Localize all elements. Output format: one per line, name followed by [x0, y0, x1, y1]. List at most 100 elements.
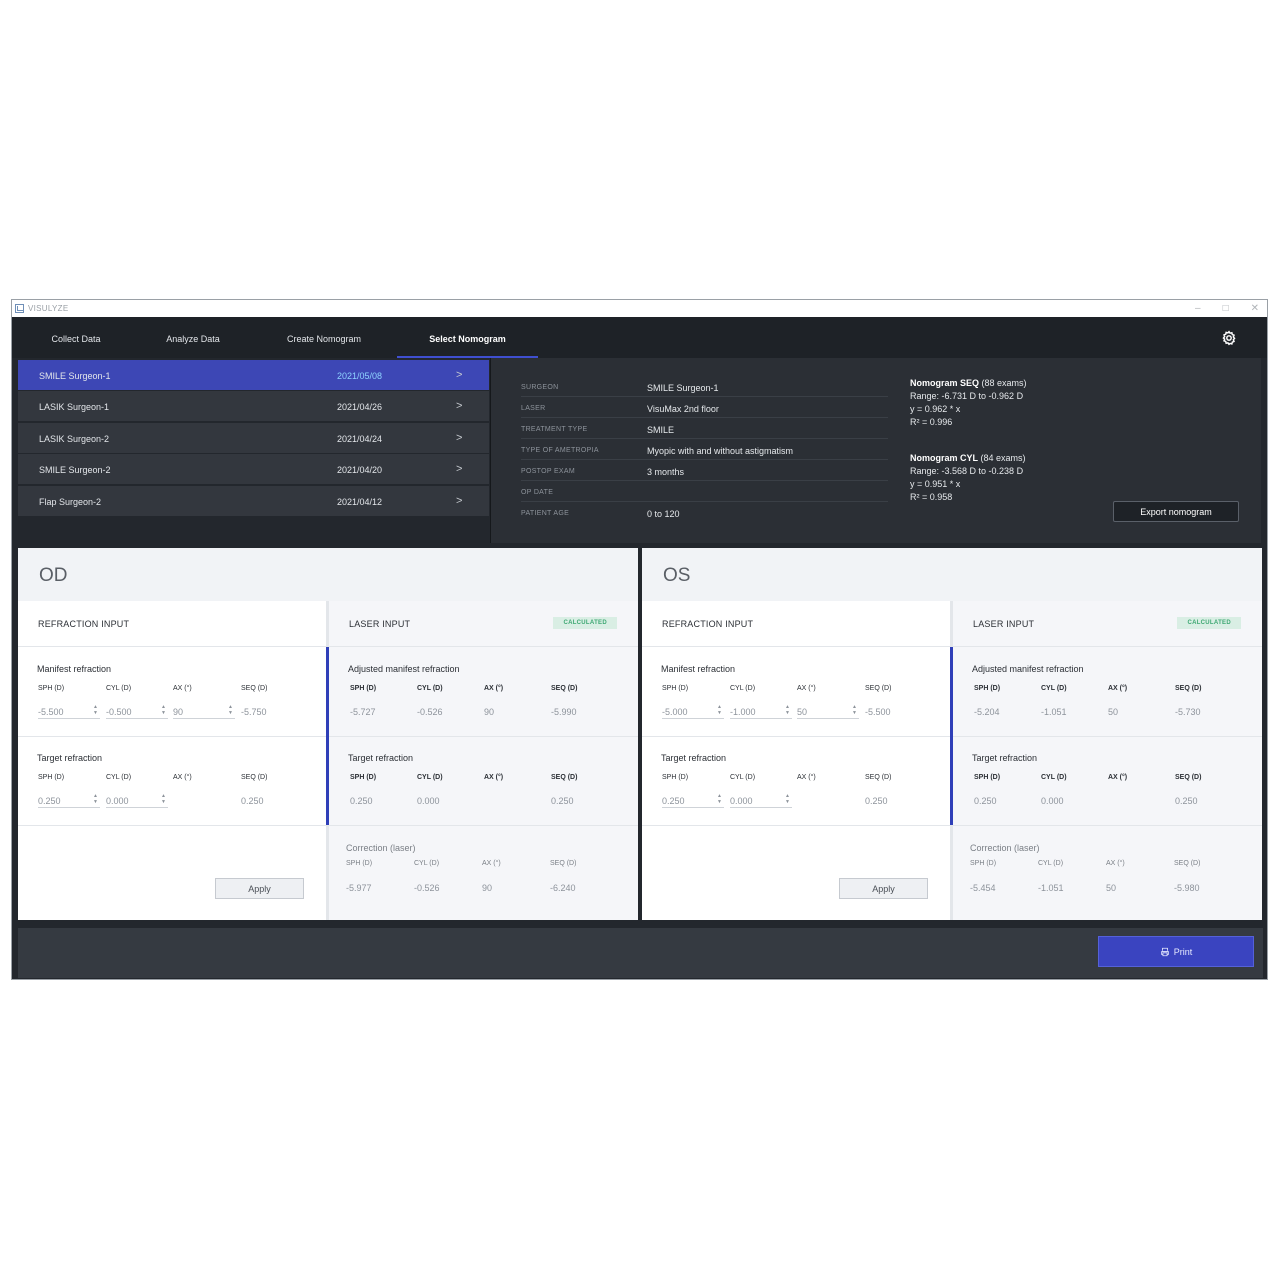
os-adjusted-manifest: Adjusted manifest refraction SPH (D) CYL…	[950, 647, 1262, 736]
seq-value: -5.730	[1175, 707, 1201, 717]
detail-ametropia: TYPE OF AMETROPIA Myopic with and without…	[521, 439, 888, 460]
od-target-refraction: Target refraction SPH (D) CYL (D) AX (°)…	[18, 736, 326, 825]
seq-value: -5.990	[551, 707, 577, 717]
nomogram-date: 2021/04/24	[337, 434, 383, 444]
nomogram-list-item[interactable]: SMILE Surgeon-1 2021/05/08 >	[18, 360, 489, 390]
col-header: CYL (D)	[414, 860, 440, 867]
nomogram-list-item[interactable]: LASIK Surgeon-1 2021/04/26 >	[18, 391, 489, 421]
ax-value: 50	[1106, 883, 1117, 893]
col-header: SEQ (D)	[865, 774, 892, 781]
window-controls: – □ ✕	[1195, 300, 1259, 317]
nomogram-list-item[interactable]: LASIK Surgeon-2 2021/04/24 >	[18, 423, 489, 453]
col-header: CYL (D)	[1038, 860, 1064, 867]
cyl-stepper[interactable]: 0.000 ▲ ▼	[730, 792, 792, 808]
export-nomogram-button[interactable]: Export nomogram	[1113, 501, 1239, 522]
accent-bar	[326, 647, 329, 736]
stepper-arrows-icon[interactable]: ▲ ▼	[93, 704, 98, 716]
maximize-icon[interactable]: □	[1223, 303, 1229, 314]
tab-collect-data[interactable]: Collect Data	[39, 317, 113, 358]
col-header: AX (°)	[173, 685, 192, 692]
detail-key: LASER	[521, 405, 546, 412]
settings-gear-icon[interactable]	[1221, 330, 1237, 346]
cyl-stepper[interactable]: -1.000 ▲ ▼	[730, 703, 792, 719]
seq-value: -5.500	[865, 707, 891, 717]
detail-value: SMILE Surgeon-1	[647, 383, 719, 393]
col-header: SPH (D)	[974, 685, 1001, 692]
stepper-arrows-icon[interactable]: ▲ ▼	[161, 704, 166, 716]
seq-value: -6.240	[550, 883, 576, 893]
ax-stepper[interactable]: 90 ▲ ▼	[173, 703, 235, 719]
stepper-arrows-icon[interactable]: ▲ ▼	[717, 704, 722, 716]
section-title: LASER INPUT	[349, 619, 411, 629]
close-icon[interactable]: ✕	[1251, 303, 1259, 314]
stats-equation: y = 0.951 * x	[910, 479, 961, 489]
nomogram-cyl-stats: Nomogram CYL (84 exams) Range: -3.568 D …	[910, 452, 1026, 504]
col-header: SPH (D)	[38, 685, 65, 692]
app-logo-icon	[15, 304, 24, 313]
ax-stepper[interactable]: 50 ▲ ▼	[797, 703, 859, 719]
nomogram-list-item[interactable]: SMILE Surgeon-2 2021/04/20 >	[18, 454, 489, 484]
ax-value: 90	[482, 883, 493, 893]
nomogram-seq-stats: Nomogram SEQ (88 exams) Range: -6.731 D …	[910, 377, 1027, 429]
sph-stepper[interactable]: -5.000 ▲ ▼	[662, 703, 724, 719]
apply-button[interactable]: Apply	[839, 878, 928, 899]
col-header: CYL (D)	[1041, 774, 1067, 781]
col-header: CYL (D)	[730, 685, 756, 692]
sph-stepper[interactable]: 0.250 ▲ ▼	[662, 792, 724, 808]
chevron-right-icon: >	[456, 463, 463, 475]
stats-range: Range: -3.568 D to -0.238 D	[910, 466, 1024, 476]
sph-stepper[interactable]: -5.500 ▲ ▼	[38, 703, 100, 719]
tab-analyze-data[interactable]: Analyze Data	[155, 317, 231, 358]
detail-patient-age: PATIENT AGE 0 to 120	[521, 502, 888, 523]
od-refraction-input: REFRACTION INPUT Manifest refraction SPH…	[18, 601, 326, 920]
od-panel: OD REFRACTION INPUT Manifest refraction …	[18, 548, 638, 920]
apply-button[interactable]: Apply	[215, 878, 304, 899]
block-title: Correction (laser)	[970, 843, 1040, 853]
detail-key: TYPE OF AMETROPIA	[521, 447, 599, 454]
col-header: AX (°)	[1108, 685, 1128, 692]
main-nav: Collect Data Analyze Data Create Nomogra…	[12, 317, 1267, 358]
col-header: SPH (D)	[974, 774, 1001, 781]
col-header: CYL (D)	[106, 685, 132, 692]
os-target-refraction: Target refraction SPH (D) CYL (D) AX (°)…	[642, 736, 950, 825]
tab-select-nomogram[interactable]: Select Nomogram	[397, 317, 538, 358]
tab-create-nomogram[interactable]: Create Nomogram	[278, 317, 370, 358]
stats-title: Nomogram SEQ	[910, 378, 980, 388]
title-bar: VISULYZE – □ ✕	[12, 300, 1267, 317]
stepper-arrows-icon[interactable]: ▲ ▼	[785, 704, 790, 716]
stats-count: (84 exams)	[980, 453, 1026, 463]
stepper-arrows-icon[interactable]: ▲ ▼	[228, 704, 233, 716]
col-header: SPH (D)	[662, 685, 689, 692]
detail-key: SURGEON	[521, 384, 559, 391]
col-header: CYL (D)	[730, 774, 756, 781]
cyl-value: -0.526	[417, 707, 443, 717]
calculated-badge: CALCULATED	[1177, 617, 1241, 629]
sph-stepper[interactable]: 0.250 ▲ ▼	[38, 792, 100, 808]
eye-label: OS	[663, 565, 691, 586]
nomogram-name: LASIK Surgeon-1	[39, 402, 110, 412]
nomogram-list-item[interactable]: Flap Surgeon-2 2021/04/12 >	[18, 486, 489, 516]
sph-value: 0.250	[974, 796, 997, 806]
cyl-value: -1.051	[1038, 883, 1064, 893]
stepper-arrows-icon[interactable]: ▲ ▼	[785, 793, 790, 805]
cyl-stepper[interactable]: -0.500 ▲ ▼	[106, 703, 168, 719]
stepper-arrows-icon[interactable]: ▲ ▼	[161, 793, 166, 805]
nomogram-date: 2021/04/20	[337, 465, 383, 475]
stepper-arrows-icon[interactable]: ▲ ▼	[93, 793, 98, 805]
col-header: AX (°)	[482, 860, 501, 867]
ax-value: 90	[484, 707, 495, 717]
minimize-icon[interactable]: –	[1195, 303, 1201, 314]
stepper-arrows-icon[interactable]: ▲ ▼	[717, 793, 722, 805]
detail-value: VisuMax 2nd floor	[647, 404, 719, 414]
sph-value: -5.977	[346, 883, 372, 893]
detail-treatment-type: TREATMENT TYPE SMILE	[521, 418, 888, 439]
accent-bar	[950, 736, 953, 825]
window-title: VISULYZE	[28, 304, 69, 313]
print-button[interactable]: Print	[1098, 936, 1254, 967]
os-correction-laser: Correction (laser) SPH (D) CYL (D) AX (°…	[953, 825, 1262, 914]
cyl-stepper[interactable]: 0.000 ▲ ▼	[106, 792, 168, 808]
col-header: AX (°)	[1106, 860, 1125, 867]
block-title: Manifest refraction	[661, 664, 736, 674]
stepper-arrows-icon[interactable]: ▲ ▼	[852, 704, 857, 716]
nomogram-details: SURGEON SMILE Surgeon-1 LASER VisuMax 2nd …	[491, 358, 1261, 543]
